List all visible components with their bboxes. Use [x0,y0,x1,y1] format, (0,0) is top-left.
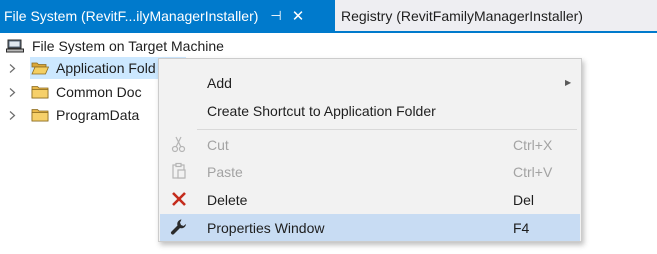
tree-item-label: Application Fold [56,60,156,76]
menu-item-properties-window[interactable]: Properties Window F4 [160,214,580,241]
wrench-icon [170,219,186,235]
tree-item-application-folder[interactable]: Application Fold [8,57,186,79]
delete-x-icon [172,192,186,206]
pin-icon[interactable]: ⊣ [270,8,281,24]
menu-item-cut[interactable]: Cut Ctrl+X [160,131,580,158]
menu-item-label: Create Shortcut to Application Folder [207,102,436,119]
menu-item-label: Cut [207,136,229,153]
chevron-right-icon[interactable] [8,87,17,97]
menu-separator [197,129,577,130]
close-icon[interactable]: ✕ [292,7,305,25]
clipboard-icon [172,162,186,179]
menu-item-shortcut: Ctrl+X [513,136,553,153]
folder-icon [31,86,49,99]
tree-item-common-documents[interactable]: Common Doc [8,81,142,103]
tree-root-label: File System on Target Machine [32,38,224,54]
menu-item-shortcut: F4 [513,219,530,236]
menu-item-label: Add [207,74,232,91]
tree-item-label: ProgramData [56,107,140,123]
tree-item-label: Common Doc [56,84,142,100]
folder-open-icon [31,62,49,75]
menu-item-create-shortcut[interactable]: Create Shortcut to Application Folder [160,97,580,124]
chevron-right-icon[interactable] [8,110,17,120]
menu-item-label: Properties Window [207,219,325,236]
submenu-arrow-icon: ▶ [565,78,572,87]
tab-file-system-label: File System (RevitF...ilyManagerInstalle… [4,7,259,24]
tab-registry-label: Registry (RevitFamilyManagerInstaller) [341,7,583,24]
menu-item-delete[interactable]: Delete Del [160,186,580,213]
tab-file-system[interactable]: File System (RevitF...ilyManagerInstalle… [0,0,335,31]
menu-item-shortcut: Ctrl+V [513,163,553,180]
tree-root[interactable]: File System on Target Machine [6,35,224,57]
menu-item-paste[interactable]: Paste Ctrl+V [160,158,580,185]
tab-registry[interactable]: Registry (RevitFamilyManagerInstaller) [335,0,583,31]
menu-item-add[interactable]: Add ▶ [160,69,580,96]
menu-item-label: Paste [207,163,243,180]
menu-item-shortcut: Del [513,191,535,208]
computer-icon [6,39,24,53]
document-tab-strip: File System (RevitF...ilyManagerInstalle… [0,0,657,33]
scissors-icon [171,136,186,153]
chevron-right-icon[interactable] [8,63,17,73]
menu-item-label: Delete [207,191,248,208]
folder-icon [31,109,49,122]
context-menu: Add ▶ Create Shortcut to Application Fol… [158,58,582,242]
tree-item-programdata[interactable]: ProgramData [8,104,139,126]
